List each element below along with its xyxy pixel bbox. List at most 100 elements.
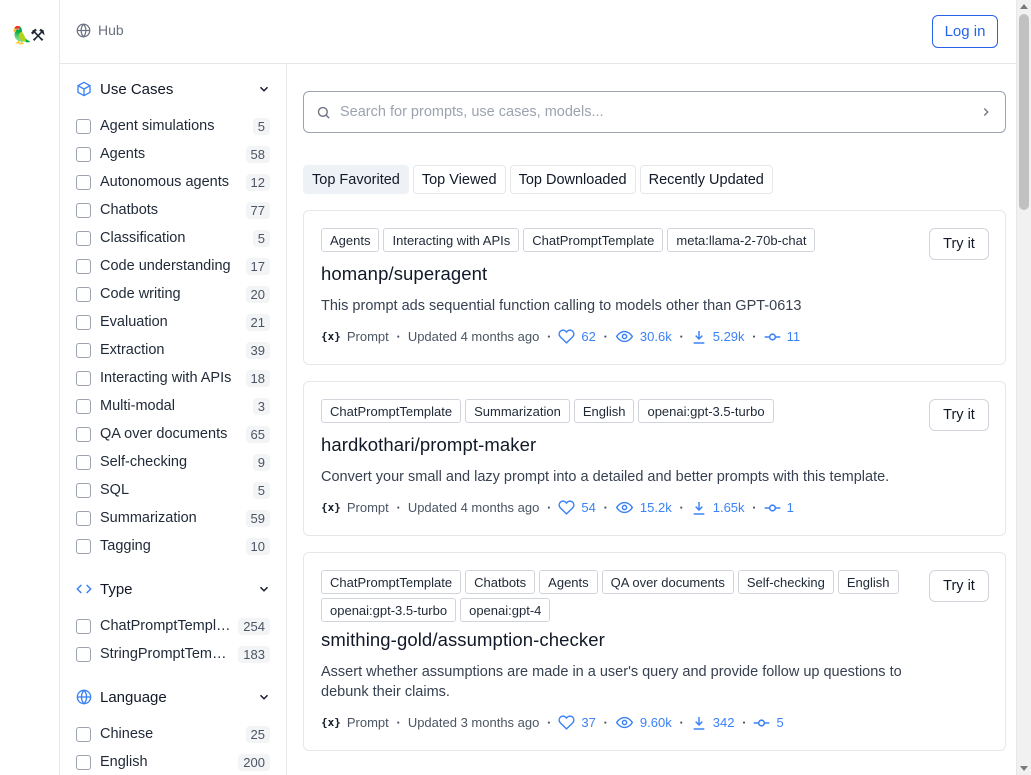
card-tag[interactable]: English (573, 399, 635, 423)
filter-checkbox[interactable] (76, 258, 91, 274)
filter-checkbox[interactable] (76, 370, 91, 386)
try-it-button[interactable]: Try it (929, 228, 989, 260)
filter-option[interactable]: Autonomous agents 12 (76, 168, 270, 196)
filter-checkbox[interactable] (76, 454, 91, 470)
filter-checkbox[interactable] (76, 174, 91, 190)
separator-dot: ● (603, 719, 607, 726)
filter-label: Classification (100, 230, 186, 246)
filter-option[interactable]: Extraction 39 (76, 336, 270, 364)
filter-option[interactable]: Self-checking 9 (76, 448, 270, 476)
filter-checkbox[interactable] (76, 314, 91, 330)
tab-top-favorited[interactable]: Top Favorited (303, 165, 409, 194)
filter-checkbox[interactable] (76, 754, 91, 770)
card-tag[interactable]: meta:llama-2-70b-chat (667, 228, 816, 252)
filter-checkbox[interactable] (76, 538, 91, 554)
card-tag[interactable]: Agents (539, 570, 598, 594)
card-tag[interactable]: openai:gpt-3.5-turbo (638, 399, 774, 423)
card-title[interactable]: homanp/superagent (321, 263, 487, 285)
filter-count-badge: 25 (245, 725, 270, 743)
card-tag[interactable]: Summarization (465, 399, 570, 423)
filter-count-badge: 20 (245, 285, 270, 303)
filter-option[interactable]: ChatPromptTemplate 254 (76, 612, 270, 640)
hub-breadcrumb[interactable]: Hub (76, 22, 124, 38)
search-bar[interactable] (303, 91, 1006, 133)
card-title[interactable]: smithing-gold/assumption-checker (321, 629, 605, 651)
langchain-logo[interactable]: 🦜⚒ (11, 26, 45, 46)
filter-option[interactable]: Evaluation 21 (76, 308, 270, 336)
filter-option[interactable]: Summarization 59 (76, 504, 270, 532)
filter-checkbox[interactable] (76, 618, 91, 634)
filter-count-badge: 39 (245, 341, 270, 359)
filter-option[interactable]: Agents 58 (76, 140, 270, 168)
commits-stat[interactable]: 11 (764, 329, 800, 344)
filter-option[interactable]: Tagging 10 (76, 532, 270, 560)
filter-option[interactable]: Interacting with APIs 18 (76, 364, 270, 392)
filter-option[interactable]: Chinese 25 (76, 720, 270, 748)
card-tag[interactable]: QA over documents (601, 570, 734, 594)
filter-option[interactable]: English 200 (76, 748, 270, 775)
filter-checkbox[interactable] (76, 398, 91, 414)
card-tag[interactable]: openai:gpt-4 (460, 598, 551, 622)
filter-checkbox[interactable] (76, 230, 91, 246)
card-tag[interactable]: Self-checking (737, 570, 834, 594)
search-icon (317, 106, 330, 119)
try-it-button[interactable]: Try it (929, 399, 989, 431)
filter-option[interactable]: StringPromptTemplate 183 (76, 640, 270, 668)
filter-option[interactable]: SQL 5 (76, 476, 270, 504)
likes-stat[interactable]: 62 (558, 328, 596, 345)
filter-option[interactable]: QA over documents 65 (76, 420, 270, 448)
prompt-card[interactable]: Agents Interacting with APIs ChatPromptTem… (303, 210, 1006, 365)
filter-checkbox[interactable] (76, 726, 91, 742)
filter-option[interactable]: Classification 5 (76, 224, 270, 252)
filter-option[interactable]: Multi-modal 3 (76, 392, 270, 420)
search-input[interactable] (340, 104, 979, 120)
filter-checkbox[interactable] (76, 286, 91, 302)
scroll-up-arrow[interactable] (1020, 4, 1028, 9)
filter-option[interactable]: Agent simulations 5 (76, 112, 270, 140)
views-count: 15.2k (639, 500, 672, 515)
filter-option[interactable]: Chatbots 77 (76, 196, 270, 224)
chevron-right-icon[interactable] (979, 105, 993, 119)
separator-dot: ● (396, 504, 400, 511)
commits-stat[interactable]: 5 (753, 715, 784, 730)
card-tag[interactable]: ChatPromptTemplate (523, 228, 664, 252)
use-cases-section-header[interactable]: Use Cases (76, 77, 271, 101)
card-title[interactable]: hardkothari/prompt-maker (321, 434, 536, 456)
filter-checkbox[interactable] (76, 118, 91, 134)
scroll-down-arrow[interactable] (1020, 766, 1028, 771)
likes-count: 62 (581, 329, 596, 344)
filter-count-badge: 17 (245, 257, 270, 275)
heart-icon (558, 329, 575, 344)
filter-checkbox[interactable] (76, 646, 91, 662)
type-section-header[interactable]: Type (76, 577, 271, 601)
page-scrollbar[interactable] (1016, 0, 1031, 775)
filter-checkbox[interactable] (76, 426, 91, 442)
filter-checkbox[interactable] (76, 202, 91, 218)
language-section-header[interactable]: Language (76, 685, 271, 709)
card-tag[interactable]: Chatbots (465, 570, 536, 594)
card-tag[interactable]: ChatPromptTemplate (321, 399, 462, 423)
prompt-card[interactable]: ChatPromptTemplate Chatbots Agents QA over … (303, 552, 1006, 751)
card-tag[interactable]: Interacting with APIs (383, 228, 520, 252)
commits-stat[interactable]: 1 (764, 500, 794, 515)
filter-checkbox[interactable] (76, 510, 91, 526)
tab-top-viewed[interactable]: Top Viewed (412, 165, 506, 194)
likes-stat[interactable]: 37 (558, 714, 596, 731)
card-tag[interactable]: English (837, 570, 899, 594)
filter-option[interactable]: Code understanding 17 (76, 252, 270, 280)
card-tag[interactable]: ChatPromptTemplate (321, 570, 462, 594)
prompt-card[interactable]: ChatPromptTemplate Summarization English op… (303, 381, 1006, 536)
login-button[interactable]: Log in (932, 15, 998, 48)
card-tag[interactable]: openai:gpt-3.5-turbo (321, 598, 457, 622)
filter-checkbox[interactable] (76, 342, 91, 358)
filter-checkbox[interactable] (76, 146, 91, 162)
try-it-button[interactable]: Try it (929, 570, 989, 602)
filter-option[interactable]: Code writing 20 (76, 280, 270, 308)
tab-top-downloaded[interactable]: Top Downloaded (509, 165, 636, 194)
scroll-thumb[interactable] (1019, 14, 1029, 210)
separator-dot: ● (603, 333, 607, 340)
filter-checkbox[interactable] (76, 482, 91, 498)
tab-recently-updated[interactable]: Recently Updated (639, 165, 773, 194)
likes-stat[interactable]: 54 (558, 499, 596, 516)
card-tag[interactable]: Agents (321, 228, 380, 252)
